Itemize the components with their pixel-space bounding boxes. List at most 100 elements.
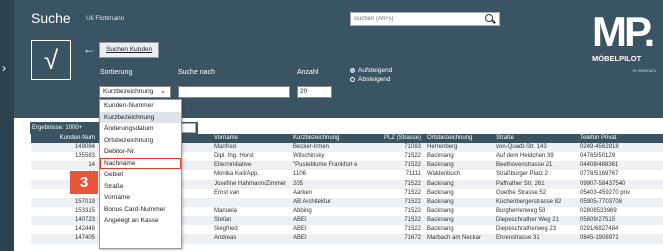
table-cell: Ehrenstrasse 31 [496,235,540,242]
table-cell: Diepeschrather Weg 21 [496,217,559,224]
table-cell [212,198,291,207]
table-cell: 02808533969 [580,207,617,214]
dropdown-option[interactable]: Straße [100,181,181,193]
radio-unchecked-icon[interactable] [350,77,355,82]
sortierung-select[interactable]: Kurzbezeichnung ⌄ [99,86,171,98]
radio-aufsteigend-label[interactable]: Aufsteigend [358,67,392,74]
suche-nach-input[interactable] [178,86,290,98]
dropdown-option[interactable]: Debitor-Nr. [100,146,181,158]
dropdown-option[interactable]: Änderungsdatum [100,123,181,135]
chevron-right-icon[interactable]: › [2,62,6,74]
table-cell: 14 [88,162,95,169]
table-cell: 71522 [404,189,421,196]
sort-direction-group: Aufsteigend Absteigend [350,66,392,84]
column-header[interactable]: Straße [494,134,578,143]
table-cell: 05403-459270 priv [580,189,631,196]
table-cell: 0845-1908971 [580,235,619,242]
anzahl-label: Anzahl [297,69,319,76]
table-cell: Backnang [427,226,454,233]
back-arrow-icon[interactable]: ← [83,42,95,56]
confirm-check-button[interactable]: √ [31,40,71,80]
table-cell: Burgherrenweg 53 [496,207,546,214]
suchen-kunden-button[interactable]: Suchen Kunden [99,42,160,58]
table-cell: Manfred [214,144,237,150]
logo-subtext: BY BEWIDATA [632,69,656,73]
table-cell: 71111 [405,171,421,178]
radio-absteigend[interactable]: Absteigend [350,75,392,84]
anzahl-input[interactable]: 20 [297,86,332,98]
radio-absteigend-label[interactable]: Absteigend [358,76,391,83]
dropdown-option[interactable]: Kurzbezeichnung [100,111,181,123]
table-cell: Abbing [293,207,312,214]
search-input[interactable] [351,13,481,25]
radio-checked-icon[interactable] [350,68,355,73]
dropdown-option[interactable]: Kunden-Nummer [100,100,181,112]
table-cell: Siegfried [214,226,238,233]
table-cell: Auf dem Heidchen 39 [496,153,554,160]
table-cell: Ernst van [214,189,240,196]
table-cell: 71522 [404,226,421,233]
table-cell: Marbach am Neckar [427,235,482,242]
column-header[interactable]: Ortsbezeichnung [425,134,494,143]
table-cell: Backnang [427,162,454,169]
table-cell: 147405 [74,235,95,242]
column-header[interactable]: Kunden-Num [31,134,99,143]
table-cell: 149084 [74,144,95,150]
sidebar-strip[interactable]: › [0,0,14,251]
suche-nach-label: Suche nach [178,69,215,76]
table-cell: von-Quadt-Str. 143 [496,144,547,150]
dropdown-option[interactable]: Angelegt an Kasse [100,215,181,227]
table-cell: 71522 [404,198,421,205]
page-title: Suche [31,10,71,26]
logo-mark: MP. [592,8,655,55]
table-cell: Aarken [293,189,313,196]
table-cell: Elterninitiative [214,162,252,169]
search-icon[interactable] [485,14,493,22]
table-cell: Backnang [427,217,454,224]
dropdown-option[interactable]: Bonus Card-Nummer [100,204,181,216]
table-cell: 71522 [404,162,421,169]
table-cell: Waldenbuch [427,171,461,178]
table-cell: ABEI [293,217,307,224]
table-cell: 135583 [74,153,95,160]
chevron-down-icon[interactable]: ⌄ [160,87,166,97]
column-header[interactable]: Kurzbezeichnung [291,134,381,143]
table-cell: Becker-Irmen [293,144,330,150]
table-cell: Andreas [214,235,237,242]
table-cell: 205 [293,180,304,187]
table-cell: 71522 [404,153,421,160]
table-cell: Küchenbergerstrasse 82 [496,198,562,205]
table-cell: Backnang [427,153,454,160]
logo-text: MÖBELPILOT [592,54,642,63]
sortierung-label: Sortierung [100,69,133,76]
logo: MP. MÖBELPILOT BY BEWIDATA [592,10,656,90]
dropdown-option[interactable]: Nachname [100,157,181,169]
column-header[interactable]: Telefon Privat [578,134,663,143]
table-cell: Goethe Strasse 52 [496,189,547,196]
sortierung-dropdown-list: Kunden-Nummer Kurzbezeichnung Änderungsdat… [99,99,182,249]
table-cell: 140723 [74,217,95,224]
global-search[interactable] [350,12,500,26]
dropdown-option[interactable]: Vorname [100,192,181,204]
table-cell: 142448 [74,226,95,233]
table-cell: Backnang [427,207,454,214]
dropdown-option[interactable]: Gebiet [100,169,181,181]
table-cell: Backnang [427,198,454,205]
table-cell: 1106 [293,171,306,178]
table-cell: "Pusteblume Frankfort e [293,162,358,169]
table-cell: Wilschinsky [293,153,325,160]
table-cell: 04765/50129 [580,153,616,160]
table-cell: Stefan [214,217,232,224]
column-header[interactable]: Vorname [212,134,291,143]
table-cell: 04408/488361 [580,162,619,169]
table-cell: Josefine Hahmann/Zimmer [214,180,287,187]
table-cell: 157019 [74,198,95,205]
table-cell: 71672 [404,235,421,242]
table-cell: 0778/5169767 [580,171,619,178]
table-cell: 05905-7703708 [580,198,623,205]
table-cell: 05809/27515 [580,217,616,224]
radio-aufsteigend[interactable]: Aufsteigend [350,66,392,75]
column-header[interactable]: PLZ (Strasse) [381,134,425,143]
dropdown-option[interactable]: Ortsbezeichnung [100,135,181,147]
table-cell: Beethovenstrasse 21 [496,162,553,169]
